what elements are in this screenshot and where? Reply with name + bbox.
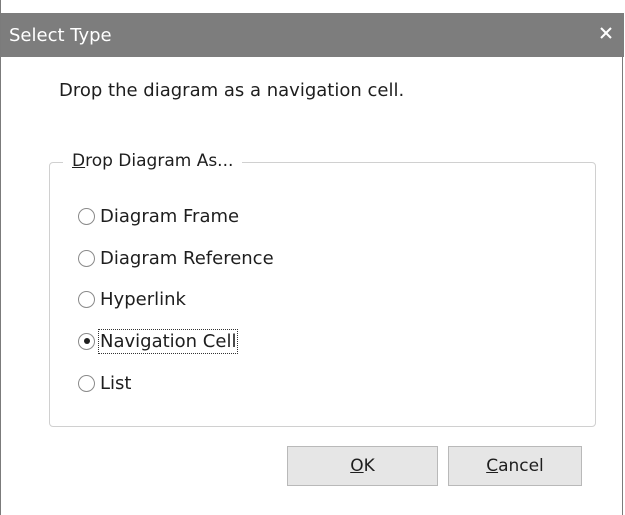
radio-button-selected[interactable]	[78, 332, 95, 350]
prompt-text: Drop the diagram as a navigation cell.	[59, 80, 405, 101]
radio-button[interactable]	[78, 249, 95, 267]
ok-accelerator: O	[350, 456, 364, 476]
option-diagram-reference[interactable]: Diagram Reference	[78, 244, 275, 272]
ok-button[interactable]: OK	[287, 446, 438, 486]
option-label: Diagram Reference	[100, 247, 274, 269]
option-label: Diagram Frame	[100, 205, 240, 227]
title-bar[interactable]: Select Type	[1, 13, 624, 57]
top-strip	[1, 0, 624, 13]
radio-button[interactable]	[78, 207, 95, 225]
option-list[interactable]: List	[78, 369, 132, 397]
close-icon	[600, 27, 612, 39]
option-navigation-cell[interactable]: Navigation Cell	[78, 327, 239, 355]
option-diagram-frame[interactable]: Diagram Frame	[78, 202, 240, 230]
dialog-title: Select Type	[9, 25, 112, 46]
radio-button[interactable]	[78, 290, 95, 308]
legend-text: rop Diagram As...	[85, 151, 234, 171]
legend-accelerator: D	[72, 151, 86, 171]
cancel-button[interactable]: Cancel	[448, 446, 582, 486]
ok-label: K	[363, 456, 375, 476]
select-type-dialog: Select Type Drop the diagram as a naviga…	[0, 0, 624, 515]
cancel-label: ancel	[498, 456, 544, 476]
group-legend: Drop Diagram As...	[63, 151, 243, 171]
option-label: Navigation Cell	[97, 328, 239, 354]
close-button[interactable]	[592, 19, 620, 47]
option-label: List	[100, 372, 132, 394]
radio-button[interactable]	[78, 374, 95, 392]
option-label: Hyperlink	[100, 288, 186, 310]
cancel-accelerator: C	[486, 456, 499, 476]
option-hyperlink[interactable]: Hyperlink	[78, 285, 187, 313]
radio-selected-dot	[83, 338, 90, 344]
